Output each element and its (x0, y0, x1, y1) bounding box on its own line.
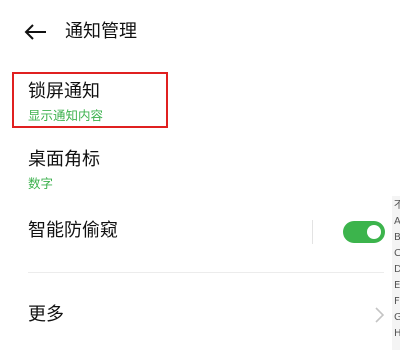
index-char: B (394, 232, 400, 243)
index-char: F (394, 296, 400, 307)
more-label: 更多 (28, 304, 64, 325)
smart-anti-peep-label: 智能防偷窥 (28, 220, 118, 241)
index-char: 不 (394, 200, 400, 211)
divider (312, 220, 313, 244)
divider (28, 272, 384, 273)
desktop-badge-item[interactable]: 桌面角标 数字 (0, 140, 392, 196)
lock-screen-notification-value: 显示通知内容 (28, 108, 104, 123)
back-button[interactable] (22, 18, 50, 46)
index-char: E (394, 280, 400, 291)
back-arrow-icon (24, 24, 46, 40)
chevron-right-icon (375, 307, 385, 323)
desktop-badge-label: 桌面角标 (28, 149, 100, 170)
page-title: 通知管理 (65, 21, 137, 42)
toggle-knob (367, 225, 381, 239)
notification-management-screen: 通知管理 锁屏通知 显示通知内容 桌面角标 数字 智能防偷窥 更多 不 A B … (0, 0, 400, 350)
index-char: C (394, 248, 400, 259)
desktop-badge-value: 数字 (28, 176, 54, 191)
index-char: A (394, 216, 400, 227)
index-char: H (394, 328, 400, 339)
side-index-strip: 不 A B C D E F G H (392, 196, 400, 350)
header: 通知管理 (0, 0, 400, 66)
lock-screen-notification-item[interactable]: 锁屏通知 显示通知内容 (0, 72, 392, 128)
smart-anti-peep-item: 智能防偷窥 (0, 210, 392, 254)
index-char: G (394, 312, 400, 323)
lock-screen-notification-label: 锁屏通知 (28, 81, 100, 102)
index-char: D (394, 264, 400, 275)
smart-anti-peep-toggle[interactable] (343, 221, 385, 243)
more-item[interactable]: 更多 (0, 292, 392, 338)
